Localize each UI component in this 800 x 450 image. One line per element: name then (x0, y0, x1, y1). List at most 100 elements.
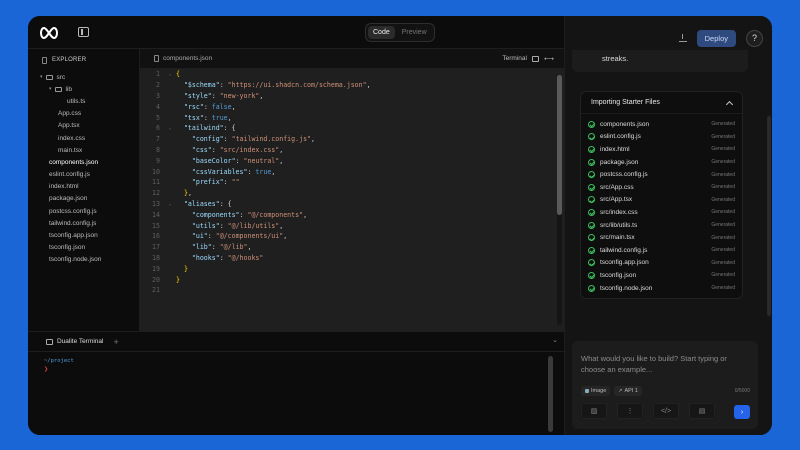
tree-item[interactable]: components.json (28, 156, 139, 168)
deploy-button[interactable]: Deploy (696, 29, 736, 47)
download-icon[interactable] (678, 34, 687, 42)
fold-chevron-icon[interactable]: ⌄ (164, 201, 176, 207)
generated-file-row[interactable]: src/index.css Generated (581, 206, 742, 219)
figma-icon[interactable]: ⋮ (617, 403, 643, 419)
tree-item[interactable]: tsconfig.node.json (28, 254, 139, 266)
chevron-down-icon[interactable]: ▾ (40, 74, 43, 80)
generated-file-row[interactable]: eslint.config.js Generated (581, 131, 742, 144)
editor-scrollbar[interactable] (557, 75, 562, 325)
generated-file-row[interactable]: tsconfig.app.json Generated (581, 257, 742, 270)
code-area[interactable]: 1 ⌄{2 "$schema": "https://ui.shadcn.com/s… (140, 69, 564, 331)
fold-chevron-icon[interactable]: ⌄ (164, 71, 176, 77)
terminal-icon (531, 55, 539, 62)
code-line[interactable]: 11 "prefix": "" (140, 177, 550, 188)
generated-file-row[interactable]: postcss.config.js Generated (581, 168, 742, 181)
code-line[interactable]: 12 }, (140, 188, 550, 199)
terminal-toggle-button[interactable]: Terminal ⟷ (502, 55, 554, 63)
code-line[interactable]: 21 (140, 285, 550, 296)
code-line[interactable]: 5 "tsx": true, (140, 112, 550, 123)
attach-image-icon[interactable]: ▨ (581, 403, 607, 419)
terminal-tabs: Dualite Terminal + (28, 332, 564, 352)
import-header[interactable]: Importing Starter Files (581, 92, 742, 114)
tree-item[interactable]: tsconfig.app.json (28, 229, 139, 241)
tree-item[interactable]: tsconfig.json (28, 242, 139, 254)
generated-status: Generated (711, 272, 735, 279)
generated-status: Generated (711, 133, 735, 140)
help-icon[interactable]: ? (746, 29, 763, 47)
generated-file-name: package.json (600, 158, 639, 166)
code-line[interactable]: 6 ⌄ "tailwind": { (140, 123, 550, 134)
terminal-tab-label: Dualite Terminal (57, 338, 104, 345)
generated-file-row[interactable]: components.json Generated (581, 118, 742, 131)
sidebar-toggle-icon[interactable] (78, 27, 89, 37)
code-line[interactable]: 17 "lib": "@/lib", (140, 242, 550, 253)
chat-scrollbar[interactable] (767, 116, 771, 316)
code-line[interactable]: 13 ⌄ "aliases": { (140, 199, 550, 210)
generated-file-row[interactable]: src/main.tsx Generated (581, 231, 742, 244)
chevron-down-icon[interactable]: ⌄ (552, 336, 558, 344)
tree-item[interactable]: utils.ts (28, 95, 139, 107)
terminal-output[interactable]: ~/project ❯ (28, 352, 564, 373)
tree-item[interactable]: ▾ src (28, 71, 139, 83)
terminal-prompt: ❯ (44, 365, 49, 373)
generated-file-row[interactable]: tsconfig.json Generated (581, 269, 742, 282)
code-line[interactable]: 10 "cssVariables": true, (140, 166, 550, 177)
tree-item[interactable]: App.css (28, 108, 139, 120)
code-text: "ui": "@/components/ui", (191, 232, 288, 241)
generated-file-row[interactable]: index.html Generated (581, 143, 742, 156)
send-button[interactable]: › (734, 405, 750, 419)
generated-file-row[interactable]: src/App.css Generated (581, 181, 742, 194)
generated-file-row[interactable]: package.json Generated (581, 156, 742, 169)
api-chip[interactable]: ↗ API 1 (614, 386, 642, 396)
line-number: 6 (156, 124, 160, 133)
template-icon[interactable]: ▤ (689, 403, 715, 419)
code-line[interactable]: 9 "baseColor": "neutral", (140, 155, 550, 166)
image-icon (585, 389, 589, 393)
line-number: 12 (152, 189, 160, 198)
prompt-input[interactable]: What would you like to build? Start typi… (581, 353, 751, 375)
tab-preview[interactable]: Preview (397, 26, 432, 39)
tree-item[interactable]: postcss.config.js (28, 205, 139, 217)
tree-item[interactable]: App.tsx (28, 120, 139, 132)
split-arrows-icon[interactable]: ⟷ (544, 55, 554, 63)
tree-item[interactable]: eslint.config.js (28, 169, 139, 181)
image-chip[interactable]: Image (581, 386, 611, 396)
add-terminal-icon[interactable]: + (113, 337, 118, 347)
code-line[interactable]: 1 ⌄{ (140, 69, 550, 80)
code-line[interactable]: 4 "rsc": false, (140, 101, 550, 112)
generated-file-list: components.json Generated eslint.config.js… (581, 114, 742, 294)
generated-file-row[interactable]: src/lib/utils.ts Generated (581, 219, 742, 232)
code-line[interactable]: 16 "ui": "@/components/ui", (140, 231, 550, 242)
code-line[interactable]: 8 "css": "src/index.css", (140, 145, 550, 156)
tree-item[interactable]: tailwind.config.js (28, 217, 139, 229)
code-line[interactable]: 3 "style": "new-york", (140, 91, 550, 102)
line-number: 20 (152, 275, 160, 284)
generated-file-row[interactable]: tsconfig.node.json Generated (581, 282, 742, 295)
code-line[interactable]: 18 "hooks": "@/hooks" (140, 253, 550, 264)
code-line[interactable]: 7 "config": "tailwind.config.js", (140, 134, 550, 145)
code-line[interactable]: 20} (140, 274, 550, 285)
tree-item[interactable]: ▾ lib (28, 83, 139, 95)
code-icon[interactable]: </> (653, 403, 679, 419)
infinity-logo-icon[interactable] (39, 27, 59, 39)
fold-chevron-icon[interactable]: ⌄ (164, 125, 176, 131)
editor-scroll-thumb[interactable] (557, 75, 562, 215)
terminal-tab[interactable]: Dualite Terminal (46, 338, 103, 345)
code-line[interactable]: 2 "$schema": "https://ui.shadcn.com/sche… (140, 80, 550, 91)
code-line[interactable]: 14 "components": "@/components", (140, 209, 550, 220)
tree-item[interactable]: package.json (28, 193, 139, 205)
tab-code[interactable]: Code (368, 26, 395, 39)
chevron-down-icon[interactable]: ▾ (49, 86, 52, 92)
code-text: "components": "@/components", (191, 210, 308, 219)
chevron-up-icon[interactable] (725, 100, 734, 108)
code-line[interactable]: 19 } (140, 263, 550, 274)
code-line[interactable]: 15 "utils": "@/lib/utils", (140, 220, 550, 231)
tree-item[interactable]: index.css (28, 132, 139, 144)
generated-file-row[interactable]: src/App.tsx Generated (581, 194, 742, 207)
tree-item[interactable]: main.tsx (28, 144, 139, 156)
generated-file-row[interactable]: tailwind.config.js Generated (581, 244, 742, 257)
tree-item[interactable]: index.html (28, 181, 139, 193)
code-text: } (176, 275, 180, 284)
editor-file-tab[interactable]: components.json (154, 55, 212, 62)
terminal-scrollbar[interactable] (548, 356, 553, 432)
